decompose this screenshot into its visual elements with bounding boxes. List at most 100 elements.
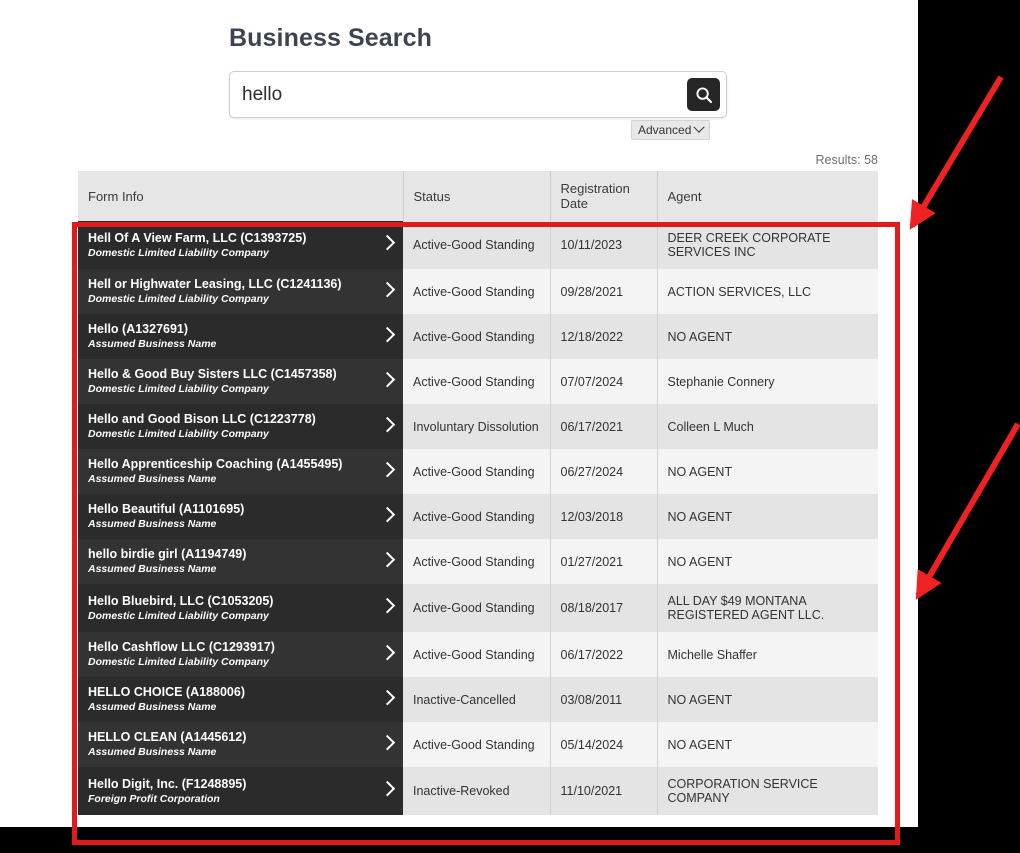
table-row[interactable]: Hello and Good Bison LLC (C1223778) Domes… — [78, 404, 878, 449]
cell-agent: Stephanie Connery — [657, 359, 878, 404]
cell-agent: NO AGENT — [657, 494, 878, 539]
chevron-right-icon[interactable] — [379, 780, 396, 797]
cell-agent: NO AGENT — [657, 449, 878, 494]
table-row[interactable]: Hello Apprenticeship Coaching (A1455495)… — [78, 449, 878, 494]
table-row[interactable]: Hello & Good Buy Sisters LLC (C1457358) D… — [78, 359, 878, 404]
business-name: hello birdie girl (A1194749) — [88, 547, 247, 561]
business-name: Hello Digit, Inc. (F1248895) — [88, 776, 247, 791]
business-type: Assumed Business Name — [88, 563, 217, 575]
column-header-status[interactable]: Status — [403, 171, 551, 221]
cell-agent: NO AGENT — [657, 722, 878, 767]
business-type: Domestic Limited Liability Company — [88, 246, 269, 259]
cell-agent: Michelle Shaffer — [657, 632, 878, 677]
chevron-right-icon[interactable] — [379, 371, 396, 387]
chevron-right-icon[interactable] — [379, 734, 396, 750]
chevron-right-icon[interactable] — [379, 506, 396, 522]
cell-status: Active-Good Standing — [403, 359, 551, 404]
table-row[interactable]: Hello Cashflow LLC (C1293917) Domestic Li… — [78, 632, 878, 677]
chevron-right-icon[interactable] — [379, 234, 396, 251]
cell-status: Active-Good Standing — [403, 221, 551, 269]
cell-form-info[interactable]: HELLO CHOICE (A188006) Assumed Business N… — [78, 677, 403, 722]
cell-form-info[interactable]: Hello Beautiful (A1101695) Assumed Busine… — [78, 494, 403, 539]
chevron-right-icon[interactable] — [379, 689, 396, 705]
cell-agent: ACTION SERVICES, LLC — [657, 269, 878, 314]
cell-form-info[interactable]: Hello (A1327691) Assumed Business Name — [78, 314, 403, 359]
registration-date-line2: Date — [560, 196, 588, 211]
cell-agent: ALL DAY $49 MONTANA REGISTERED AGENT LLC… — [657, 584, 878, 632]
registration-date-line1: Registration — [560, 181, 630, 196]
search-icon — [695, 86, 713, 104]
business-type: Assumed Business Name — [88, 338, 217, 350]
advanced-toggle-button[interactable]: Advanced — [631, 120, 711, 140]
table-row[interactable]: Hell or Highwater Leasing, LLC (C1241136… — [78, 269, 878, 314]
cell-registration-date: 03/08/2011 — [550, 677, 658, 722]
chevron-down-icon — [693, 121, 706, 133]
cell-agent: NO AGENT — [657, 539, 878, 584]
table-row[interactable]: Hello Beautiful (A1101695) Assumed Busine… — [78, 494, 878, 539]
business-type: Domestic Limited Liability Company — [88, 383, 269, 395]
table-header: Form Info Status Registration Date Agent — [78, 171, 878, 221]
cell-form-info[interactable]: Hello Cashflow LLC (C1293917) Domestic Li… — [78, 632, 403, 677]
results-table: Form Info Status Registration Date Agent… — [78, 171, 878, 815]
cell-form-info[interactable]: Hello and Good Bison LLC (C1223778) Domes… — [78, 404, 403, 449]
cell-status: Active-Good Standing — [403, 449, 551, 494]
business-type: Domestic Limited Liability Company — [88, 609, 269, 622]
table-row[interactable]: Hello Bluebird, LLC (C1053205) Domestic L… — [78, 584, 878, 632]
business-name: Hello Apprenticeship Coaching (A1455495) — [88, 457, 343, 471]
cell-status: Active-Good Standing — [403, 632, 551, 677]
search-box[interactable] — [229, 71, 727, 118]
cell-agent: CORPORATION SERVICE COMPANY — [657, 767, 878, 815]
column-header-agent[interactable]: Agent — [657, 171, 878, 221]
cell-status: Active-Good Standing — [403, 269, 551, 314]
cell-agent: Colleen L Much — [657, 404, 878, 449]
search-button[interactable] — [687, 78, 720, 111]
cell-status: Inactive-Cancelled — [403, 677, 551, 722]
cell-status: Active-Good Standing — [403, 539, 551, 584]
cell-form-info[interactable]: Hell or Highwater Leasing, LLC (C1241136… — [78, 269, 403, 314]
chevron-right-icon[interactable] — [379, 597, 396, 614]
cell-form-info[interactable]: Hello Bluebird, LLC (C1053205) Domestic L… — [78, 584, 403, 632]
cell-registration-date: 11/10/2021 — [550, 767, 658, 815]
business-type: Domestic Limited Liability Company — [88, 293, 269, 305]
cell-registration-date: 06/27/2024 — [550, 449, 658, 494]
table-row[interactable]: Hello (A1327691) Assumed Business Name Act… — [78, 314, 878, 359]
cell-form-info[interactable]: HELLO CLEAN (A1445612) Assumed Business N… — [78, 722, 403, 767]
business-type: Domestic Limited Liability Company — [88, 656, 269, 668]
business-name: Hello Bluebird, LLC (C1053205) — [88, 593, 274, 608]
table-row[interactable]: Hell Of A View Farm, LLC (C1393725) Domes… — [78, 221, 878, 269]
chevron-right-icon[interactable] — [379, 644, 396, 660]
cell-registration-date: 01/27/2021 — [550, 539, 658, 584]
cell-status: Active-Good Standing — [403, 494, 551, 539]
cell-status: Active-Good Standing — [403, 722, 551, 767]
cell-registration-date: 08/18/2017 — [550, 584, 658, 632]
column-header-form-info[interactable]: Form Info — [78, 171, 404, 221]
column-header-registration-date[interactable]: Registration Date — [550, 171, 658, 221]
page-viewport: Business Search Advanced Results: 58 For… — [0, 0, 918, 827]
search-input[interactable] — [230, 72, 690, 117]
cell-form-info[interactable]: hello birdie girl (A1194749) Assumed Busi… — [78, 539, 403, 584]
cell-status: Involuntary Dissolution — [403, 404, 551, 449]
results-count: Results: 58 — [815, 153, 878, 167]
table-row[interactable]: HELLO CHOICE (A188006) Assumed Business N… — [78, 677, 878, 722]
cell-form-info[interactable]: Hello & Good Buy Sisters LLC (C1457358) D… — [78, 359, 403, 404]
chevron-right-icon[interactable] — [379, 551, 396, 567]
business-name: Hello Beautiful (A1101695) — [88, 502, 245, 516]
cell-registration-date: 10/11/2023 — [550, 221, 658, 269]
table-row[interactable]: HELLO CLEAN (A1445612) Assumed Business N… — [78, 722, 878, 767]
business-name: Hello and Good Bison LLC (C1223778) — [88, 412, 316, 426]
cell-form-info[interactable]: Hello Apprenticeship Coaching (A1455495)… — [78, 449, 403, 494]
cell-form-info[interactable]: Hello Digit, Inc. (F1248895) Foreign Prof… — [78, 767, 403, 815]
cell-form-info[interactable]: Hell Of A View Farm, LLC (C1393725) Domes… — [78, 221, 403, 269]
cell-registration-date: 06/17/2022 — [550, 632, 658, 677]
chevron-right-icon[interactable] — [379, 281, 396, 297]
chevron-right-icon[interactable] — [379, 416, 396, 432]
table-row[interactable]: hello birdie girl (A1194749) Assumed Busi… — [78, 539, 878, 584]
business-name: HELLO CHOICE (A188006) — [88, 685, 245, 699]
business-name: Hello Cashflow LLC (C1293917) — [88, 640, 275, 654]
chevron-right-icon[interactable] — [379, 461, 396, 477]
chevron-right-icon[interactable] — [379, 326, 396, 342]
business-type: Assumed Business Name — [88, 473, 217, 485]
table-row[interactable]: Hello Digit, Inc. (F1248895) Foreign Prof… — [78, 767, 878, 815]
cell-agent: NO AGENT — [657, 677, 878, 722]
business-name: HELLO CLEAN (A1445612) — [88, 730, 247, 744]
